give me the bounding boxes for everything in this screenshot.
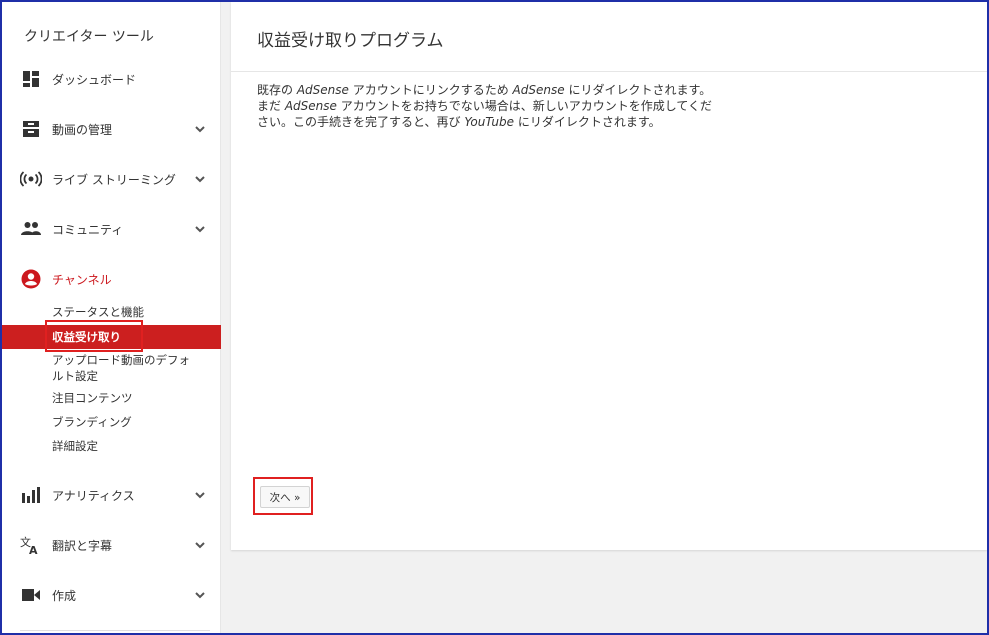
video-manager-icon [20, 118, 42, 140]
sidebar-item-label: チャンネル [52, 272, 112, 287]
page-title: 収益受け取りプログラム [257, 31, 444, 51]
text-youtube: YouTube [464, 115, 515, 129]
sidebar-item-live-streaming[interactable]: ライブ ストリーミング [2, 162, 221, 196]
text-segment: にリダイレクトされます。 [514, 115, 661, 129]
sidebar-subitem-monetization[interactable]: 収益受け取り [2, 325, 221, 349]
sidebar-item-label: コミュニティ [52, 222, 124, 237]
sidebar-item-translations[interactable]: 文A 翻訳と字幕 [2, 528, 221, 562]
sidebar-item-channel[interactable]: チャンネル [2, 262, 221, 296]
chevron-down-icon[interactable] [193, 488, 207, 502]
description-text: 既存の AdSense アカウントにリンクするため AdSense にリダイレク… [257, 82, 717, 130]
chevron-down-icon[interactable] [193, 222, 207, 236]
chevron-down-icon[interactable] [193, 122, 207, 136]
sidebar-subitem-upload-defaults[interactable]: アップロード動画のデフォ ルト設定 [2, 352, 221, 384]
text-segment: 既存の [257, 83, 297, 97]
translate-icon: 文A [20, 534, 42, 556]
dashboard-icon [20, 68, 42, 90]
chevron-down-icon[interactable] [193, 172, 207, 186]
video-camera-icon [20, 584, 42, 606]
sidebar-item-video-manager[interactable]: 動画の管理 [2, 112, 221, 146]
sidebar-item-label: 作成 [52, 588, 77, 603]
text-adsense: AdSense [296, 83, 349, 97]
sidebar-subitem-advanced[interactable]: 詳細設定 [2, 438, 221, 454]
channel-icon [20, 268, 42, 290]
sidebar-item-label: ダッシュボード [52, 72, 137, 87]
text-adsense: AdSense [512, 83, 565, 97]
panel-header: 収益受け取りプログラム [231, 2, 987, 72]
sub-item-label-line2: ルト設定 [52, 369, 98, 383]
chevron-down-icon[interactable] [193, 538, 207, 552]
sidebar-item-label: ライブ ストリーミング [52, 172, 176, 187]
sidebar-item-label: アナリティクス [52, 488, 135, 503]
analytics-icon [20, 484, 42, 506]
sub-item-label: アップロード動画のデフォ [52, 353, 190, 367]
sidebar-divider [20, 630, 210, 631]
sidebar-item-dashboard[interactable]: ダッシュボード [2, 62, 221, 96]
sidebar-item-label: 動画の管理 [52, 122, 113, 137]
sidebar: クリエイター ツール ダッシュボード 動画の管理 ライブ ストリーミング コミュ… [2, 2, 221, 633]
main-panel: 収益受け取りプログラム 既存の AdSense アカウントにリンクするため Ad… [231, 2, 987, 550]
sidebar-item-label: 翻訳と字幕 [52, 538, 113, 553]
text-segment: アカウントにリンクするため [348, 83, 513, 97]
next-button[interactable]: 次へ » [260, 486, 310, 508]
chevron-down-icon[interactable] [193, 588, 207, 602]
sidebar-item-create[interactable]: 作成 [2, 578, 221, 612]
live-streaming-icon [20, 168, 42, 190]
svg-text:A: A [29, 544, 38, 555]
sidebar-subitem-status[interactable]: ステータスと機能 [2, 304, 221, 320]
sidebar-item-community[interactable]: コミュニティ [2, 212, 221, 246]
sidebar-subitem-branding[interactable]: ブランディング [2, 414, 221, 430]
sidebar-subitem-featured[interactable]: 注目コンテンツ [2, 390, 221, 406]
sidebar-item-analytics[interactable]: アナリティクス [2, 478, 221, 512]
community-icon [20, 218, 42, 240]
sidebar-title: クリエイター ツール [24, 29, 154, 45]
text-adsense: AdSense [284, 99, 337, 113]
